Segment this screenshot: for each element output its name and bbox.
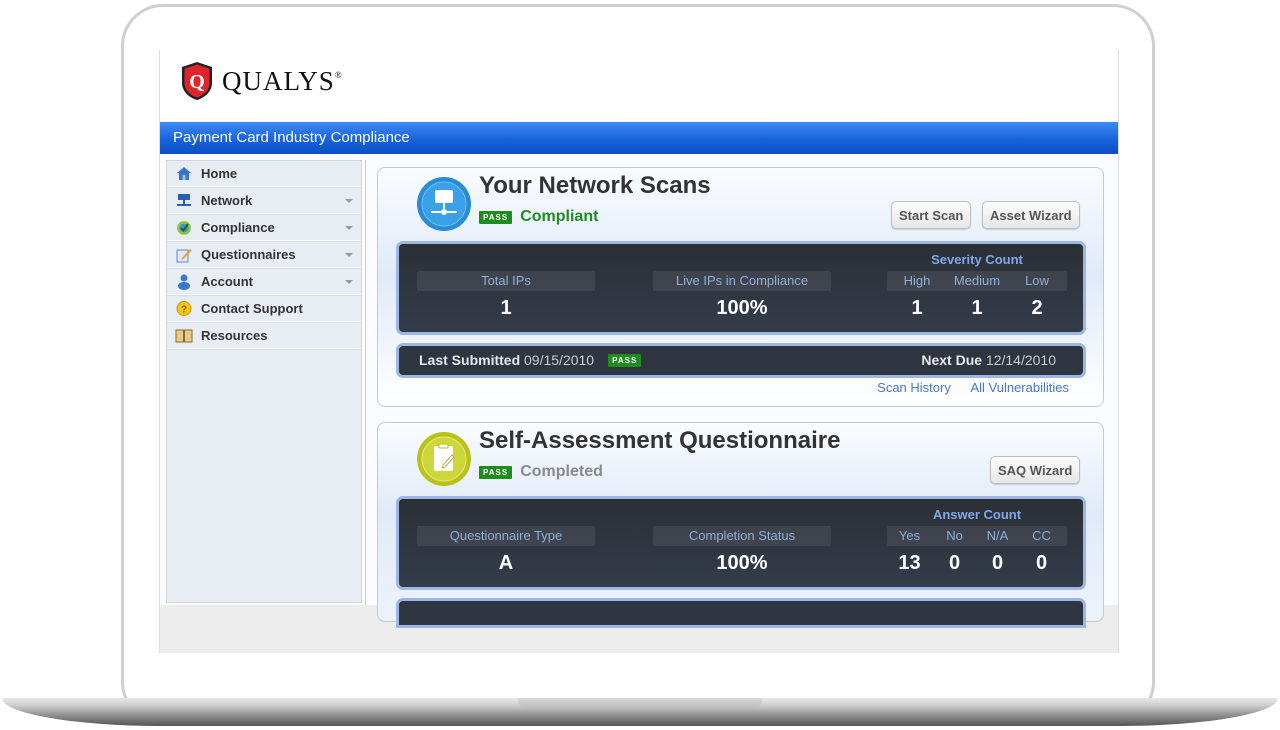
completion-status-stat: Completion Status 100% (653, 526, 831, 575)
sidebar-item-contact-support[interactable]: ? Contact Support (167, 296, 361, 322)
pass-badge: PASS (479, 210, 513, 224)
app-screen: Q QUALYS® Payment Card Industry Complian… (159, 50, 1119, 653)
pass-badge: PASS (479, 465, 513, 479)
sidebar-item-questionnaires[interactable]: Questionnaires (167, 242, 361, 268)
next-due: Next Due 12/14/2010 (921, 352, 1056, 368)
user-icon (175, 273, 193, 291)
chevron-down-icon[interactable] (345, 280, 353, 284)
scan-stats-panel: Total IPs 1 Live IPs in Compliance 100% … (396, 241, 1086, 335)
live-ips-stat: Live IPs in Compliance 100% (653, 271, 831, 320)
severity-high: High 1 (903, 273, 931, 319)
severity-count-row: High 1 Medium 1 Low 2 (887, 271, 1067, 319)
start-scan-button[interactable]: Start Scan (891, 201, 972, 229)
panel-title: Your Network Scans (479, 172, 711, 199)
saq-submission-bar (396, 598, 1086, 628)
chevron-down-icon[interactable] (345, 199, 353, 203)
severity-medium: Medium 1 (953, 273, 1001, 319)
status-text: Compliant (520, 208, 599, 225)
answer-count-row: Yes 13 No 0 N/A 0 CC 0 (887, 526, 1067, 574)
answer-no: No 0 (946, 528, 963, 574)
saq-stats-panel: Questionnaire Type A Completion Status 1… (396, 496, 1086, 590)
sidebar-item-compliance[interactable]: Compliance (167, 215, 361, 241)
compliance-status: PASS Compliant (479, 208, 598, 226)
app-title: Payment Card Industry Compliance (173, 129, 410, 146)
last-submitted: Last Submitted 09/15/2010 PASS (419, 352, 649, 368)
answer-count-title: Answer Count (932, 507, 1022, 522)
checkmark-icon (175, 219, 193, 237)
sidebar-nav: Home Network Compliance Questionnaires A… (166, 160, 362, 603)
network-scan-icon (417, 177, 471, 231)
help-icon: ? (175, 300, 193, 318)
panel-title: Self-Assessment Questionnaire (479, 427, 841, 454)
answer-cc: CC 0 (1032, 528, 1051, 574)
main-content: Home Network Compliance Questionnaires A… (160, 154, 1118, 628)
sidebar-item-resources[interactable]: Resources (167, 323, 361, 349)
sidebar-item-network[interactable]: Network (167, 188, 361, 214)
pass-badge: PASS (608, 353, 642, 367)
chevron-down-icon[interactable] (345, 253, 353, 257)
svg-text:Q: Q (189, 71, 205, 93)
total-ips-stat: Total IPs 1 (417, 271, 595, 320)
home-icon (175, 165, 193, 183)
laptop-notch (518, 698, 762, 708)
status-text: Completed (520, 463, 603, 480)
saq-panel: Self-Assessment Questionnaire PASS Compl… (377, 422, 1104, 628)
sidebar-item-account[interactable]: Account (167, 269, 361, 295)
shield-logo-icon: Q (182, 62, 212, 100)
scan-history-link[interactable]: Scan History (877, 380, 951, 395)
all-vulnerabilities-link[interactable]: All Vulnerabilities (970, 380, 1069, 395)
book-icon (175, 327, 193, 345)
header: Q QUALYS® (160, 50, 1118, 122)
brand-name: QUALYS® (222, 65, 343, 96)
questionnaire-icon (175, 246, 193, 264)
asset-wizard-button[interactable]: Asset Wizard (982, 201, 1080, 229)
network-scans-panel: Your Network Scans PASS Compliant Start … (377, 167, 1104, 407)
sidebar-item-home[interactable]: Home (167, 161, 361, 187)
chevron-down-icon[interactable] (345, 226, 353, 230)
answer-na: N/A 0 (986, 528, 1009, 574)
qualys-logo[interactable]: Q QUALYS® (180, 61, 343, 101)
network-icon (175, 192, 193, 210)
severity-low: Low 2 (1025, 273, 1049, 319)
sidebar-divider (365, 160, 366, 605)
saq-status: PASS Completed (479, 463, 603, 481)
severity-count-title: Severity Count (931, 252, 1023, 267)
scan-links: Scan History All Vulnerabilities (861, 380, 1069, 395)
svg-text:?: ? (181, 304, 187, 315)
answer-yes: Yes 13 (898, 528, 921, 574)
saq-wizard-button[interactable]: SAQ Wizard (990, 456, 1081, 484)
app-title-bar: Payment Card Industry Compliance (160, 122, 1118, 154)
submission-bar: Last Submitted 09/15/2010 PASS Next Due … (396, 343, 1086, 378)
questionnaire-type-stat: Questionnaire Type A (417, 526, 595, 575)
questionnaire-clipboard-icon (417, 432, 471, 486)
